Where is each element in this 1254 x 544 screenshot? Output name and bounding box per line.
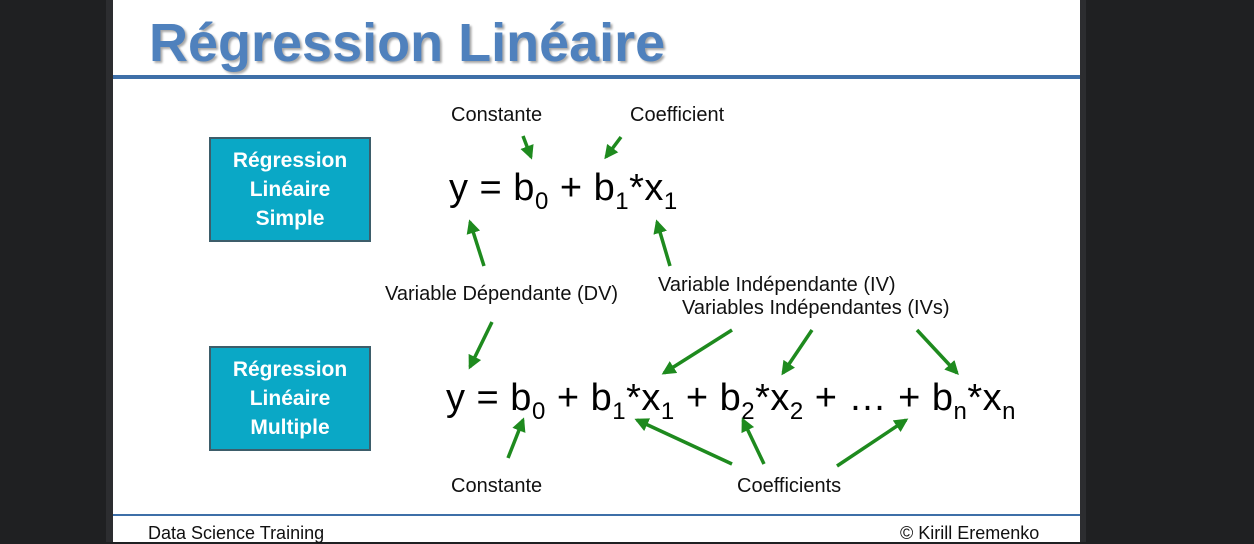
arrow-ivs-to-xn-multiple <box>915 328 959 376</box>
arrow-coefficients-to-b2 <box>741 417 766 465</box>
player-right-edge <box>1080 0 1086 542</box>
player-left-background <box>0 0 106 542</box>
arrow-constante-to-b0-multiple <box>506 417 526 459</box>
player-left-edge <box>106 0 113 542</box>
arrow-ivs-to-x2-multiple <box>781 329 814 376</box>
arrow-constante-to-b0-simple <box>520 135 534 160</box>
arrow-coefficients-to-bn <box>836 418 909 468</box>
footer-training-label: Data Science Training <box>148 523 325 543</box>
footer-copyright: © Kirill Eremenko <box>900 523 1040 543</box>
footer-rule <box>113 514 1080 516</box>
annotation-arrows <box>466 135 959 468</box>
arrow-dv-to-y-multiple <box>468 321 494 370</box>
arrow-coefficient-to-b1-simple <box>604 135 623 160</box>
arrow-coefficients-to-b1 <box>634 418 733 466</box>
arrow-dv-to-y-simple <box>466 219 486 267</box>
arrow-iv-to-x1-simple <box>653 219 672 267</box>
slide: Régression Linéaire Régression Linéaire … <box>113 0 1080 543</box>
arrow-ivs-to-x1-multiple <box>661 328 733 375</box>
